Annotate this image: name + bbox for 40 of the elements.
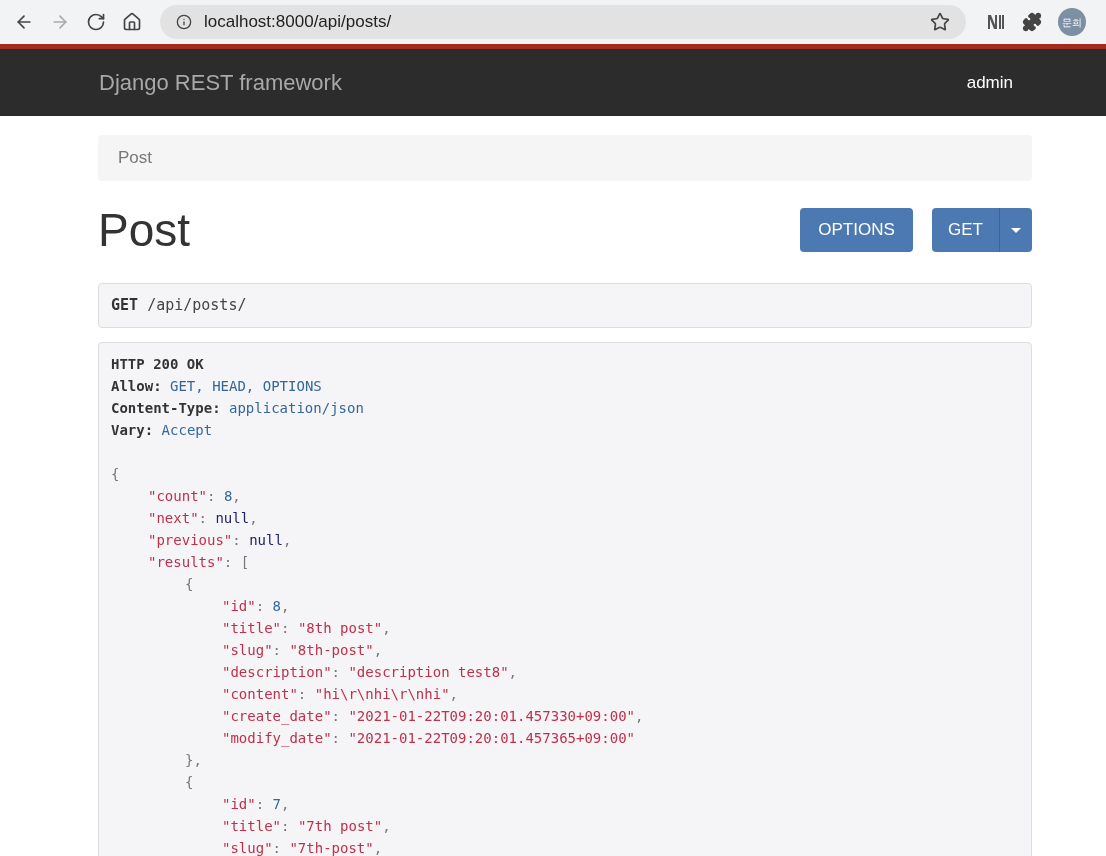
code-line: "modify_date": "2021-01-22T09:20:01.457365+09:00" [221,729,635,749]
code-line: "id": 8, [221,597,290,616]
code-line: "title": "8th post", [221,619,391,638]
brand-link[interactable]: Django REST framework [99,66,342,99]
star-icon[interactable] [930,12,950,32]
header-line: Vary: Accept [111,421,213,440]
code-line: "id": 7, [221,795,290,814]
code-line: "previous": null, [147,531,292,550]
header-line: Content-Type: application/json [111,399,364,418]
code-line: { [184,773,194,792]
status-line: HTTP 200 OK [111,355,204,374]
get-button[interactable]: GET [932,208,1000,252]
code-line: "count": 8, [147,487,241,506]
request-line: GET /api/posts/ [111,295,247,317]
reload-icon[interactable] [86,12,106,32]
user-link[interactable]: admin [966,69,1013,96]
extension-icon[interactable] [986,12,1006,32]
code-line: }, [184,751,202,770]
home-icon[interactable] [122,12,142,32]
breadcrumb-item[interactable]: Post [118,145,153,171]
code-line: "content": "hi\r\nhi\r\nhi", [221,685,458,704]
code-line: { [111,465,120,484]
page-title: Post [98,207,191,253]
address-bar[interactable]: localhost:8000/api/posts/ [160,5,966,39]
header-line: Allow: GET, HEAD, OPTIONS [111,377,322,396]
code-line: "results": [ [147,553,250,572]
code-line: "slug": "8th-post", [221,641,383,660]
code-line: "title": "7th post", [221,817,391,836]
options-button[interactable]: OPTIONS [800,208,913,252]
url-text: localhost:8000/api/posts/ [204,11,393,34]
info-icon[interactable] [176,14,192,30]
caret-icon [1011,227,1021,233]
code-line: "next": null, [147,509,258,528]
extensions-icon[interactable] [1022,12,1042,32]
code-line: "description": "description test8", [221,663,518,682]
code-line: { [184,575,194,594]
dropdown-toggle[interactable] [1000,208,1032,252]
profile-avatar[interactable]: 문희 [1058,8,1086,36]
code-line: "slug": "7th-post", [221,839,383,856]
code-line: "create_date": "2021-01-22T09:20:01.457330+09:00", [221,707,644,727]
